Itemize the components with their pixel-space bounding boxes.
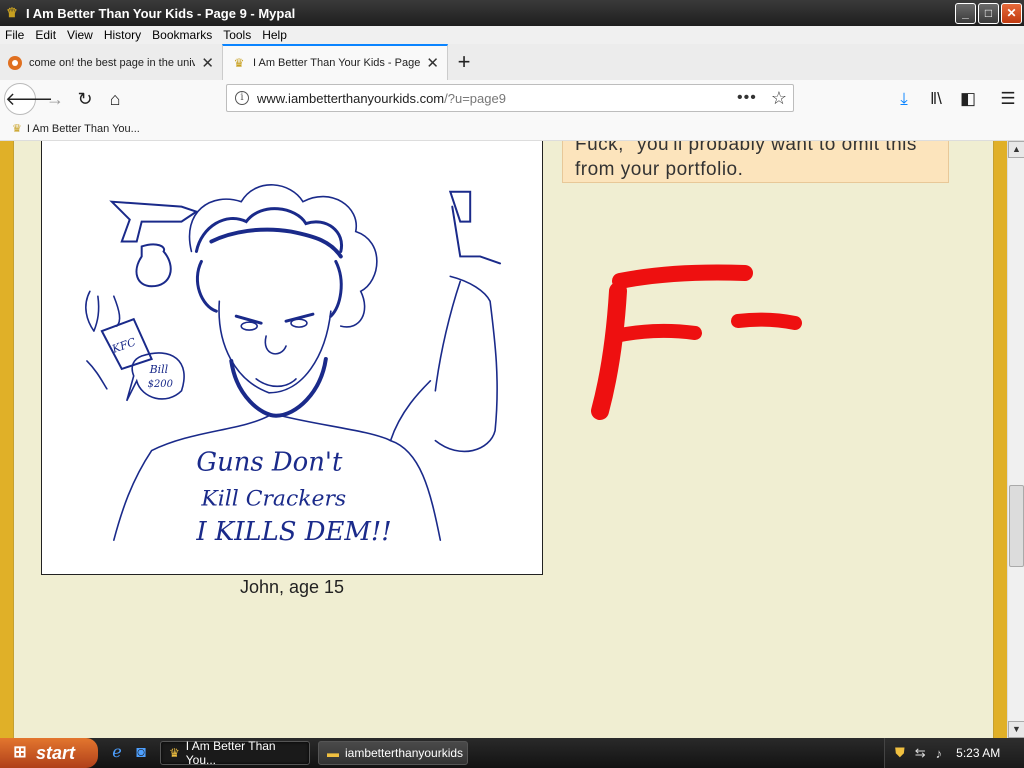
tab-strip: come on! the best page in the universe ✕… xyxy=(0,44,1024,80)
right-border-stripe xyxy=(993,141,1007,738)
library-icon: ‖\ xyxy=(930,88,942,108)
drawing-text-line3: I KILLS DEM!! xyxy=(195,517,391,547)
arrow-right-icon: → xyxy=(46,88,64,109)
url-bar[interactable]: i www.iambetterthanyourkids.com /?u=page… xyxy=(226,84,794,112)
url-host: www.iambetterthanyourkids.com xyxy=(257,90,445,106)
navigation-bar: 🡐 → ↻ ⌂ i www.iambetterthanyourkids.com … xyxy=(0,80,1024,117)
window-title-bar: ♛ I Am Better Than Your Kids - Page 9 - … xyxy=(0,0,1024,26)
sidebar-icon: ◧ xyxy=(959,88,977,108)
menu-history[interactable]: History xyxy=(104,28,141,42)
page-viewport: Guns Don't Kill Crackers I KILLS DEM!! K… xyxy=(0,141,1007,738)
network-icon[interactable]: ⇆ xyxy=(915,745,926,761)
menu-tools[interactable]: Tools xyxy=(223,28,251,42)
comment-box: Fuck," you'll probably want to omit this… xyxy=(562,141,949,183)
volume-icon[interactable]: ♪ xyxy=(936,746,943,761)
minimize-button[interactable]: _ xyxy=(955,2,976,24)
hamburger-menu-icon: ☰ xyxy=(1000,88,1016,108)
comment-line-1: Fuck," you'll probably want to omit this xyxy=(575,141,917,155)
close-tab-icon[interactable]: ✕ xyxy=(201,54,214,72)
shield-icon[interactable]: ⛊ xyxy=(895,745,905,761)
grade-mark: F- xyxy=(590,261,802,420)
bookmarks-toolbar: ♛ I Am Better Than You... xyxy=(0,117,1024,141)
home-button[interactable]: ⌂ xyxy=(100,84,130,114)
info-icon[interactable]: i xyxy=(235,91,249,105)
drawing-text-line1: Guns Don't xyxy=(196,447,343,477)
bill-amount-label: $200 xyxy=(148,379,173,390)
downloads-button[interactable]: ⤓ xyxy=(888,84,920,114)
crown-icon: ♛ xyxy=(169,746,180,760)
bookmark-star-icon[interactable]: ☆ xyxy=(771,88,787,109)
clock: 5:23 AM xyxy=(956,746,1001,760)
scroll-thumb[interactable] xyxy=(1009,485,1024,567)
close-button[interactable]: ✕ xyxy=(1001,2,1022,24)
page-actions-icon[interactable]: ••• xyxy=(737,89,757,107)
menu-bookmarks[interactable]: Bookmarks xyxy=(152,28,212,42)
menu-help[interactable]: Help xyxy=(262,28,287,42)
menu-edit[interactable]: Edit xyxy=(35,28,56,42)
vertical-scrollbar[interactable]: ▲ ▼ xyxy=(1007,141,1024,738)
close-tab-icon[interactable]: ✕ xyxy=(426,54,439,72)
menu-view[interactable]: View xyxy=(67,28,93,42)
window-title: I Am Better Than Your Kids - Page 9 - My… xyxy=(26,5,296,21)
windows-logo-icon: ⊞ xyxy=(13,744,27,761)
start-button[interactable]: ⊞ start xyxy=(0,738,98,768)
tab-best-page[interactable]: come on! the best page in the universe ✕ xyxy=(0,46,222,80)
menu-bar: File Edit View History Bookmarks Tools H… xyxy=(0,26,1024,44)
maximize-button[interactable]: □ xyxy=(978,2,999,24)
left-border-stripe xyxy=(0,141,14,738)
tab-label: I Am Better Than Your Kids - Page 9 xyxy=(253,57,421,69)
tab-label: come on! the best page in the universe xyxy=(29,57,196,69)
reload-icon: ↻ xyxy=(77,88,93,109)
forward-button[interactable]: → xyxy=(40,84,70,114)
sidebar-button[interactable]: ◧ xyxy=(952,84,984,114)
bookmark-item[interactable]: I Am Better Than You... xyxy=(27,123,140,135)
kfc-label: KFC xyxy=(109,335,138,356)
tab-better-than-kids[interactable]: ♛ I Am Better Than Your Kids - Page 9 ✕ xyxy=(222,44,448,80)
internet-explorer-icon[interactable]: ℯ xyxy=(106,742,128,764)
crown-icon: ♛ xyxy=(233,56,245,70)
kid-drawing: Guns Don't Kill Crackers I KILLS DEM!! K… xyxy=(41,141,543,575)
crown-icon: ♛ xyxy=(12,123,22,135)
drawing-text-line2: Kill Crackers xyxy=(200,486,346,511)
bill-label: Bill xyxy=(149,363,169,376)
url-path: /?u=page9 xyxy=(444,90,506,106)
drawing-caption: John, age 15 xyxy=(239,577,345,597)
start-label: start xyxy=(36,742,76,763)
scroll-up-button[interactable]: ▲ xyxy=(1008,141,1024,158)
download-icon: ⤓ xyxy=(900,88,908,108)
system-tray: ⛊ ⇆ ♪ 5:23 AM xyxy=(884,738,1024,768)
grade-text: F- xyxy=(590,261,592,262)
task-label: I Am Better Than You... xyxy=(185,739,276,767)
menu-file[interactable]: File xyxy=(5,28,24,42)
mypal-app-icon: ♛ xyxy=(6,5,18,20)
home-icon: ⌂ xyxy=(109,88,121,109)
globe-icon xyxy=(8,56,22,70)
back-button[interactable]: 🡐 xyxy=(4,82,53,115)
quick-launch-icon[interactable]: ◙ xyxy=(130,742,152,764)
folder-icon: ▬ xyxy=(327,746,339,760)
scroll-down-button[interactable]: ▼ xyxy=(1008,721,1024,738)
new-tab-button[interactable]: + xyxy=(448,46,480,80)
library-button[interactable]: ‖\ xyxy=(920,84,952,114)
windows-taskbar: ⊞ start ℯ ◙ ♛ I Am Better Than You... ▬ … xyxy=(0,738,1024,768)
taskbar-item-folder[interactable]: ▬ iambetterthanyourkids xyxy=(318,741,468,765)
comment-line-2: from your portfolio. xyxy=(575,159,744,180)
reload-button[interactable]: ↻ xyxy=(70,84,100,114)
taskbar-item-browser[interactable]: ♛ I Am Better Than You... xyxy=(160,739,310,767)
menu-button[interactable]: ☰ xyxy=(992,84,1024,114)
task-label: iambetterthanyourkids xyxy=(345,746,464,760)
